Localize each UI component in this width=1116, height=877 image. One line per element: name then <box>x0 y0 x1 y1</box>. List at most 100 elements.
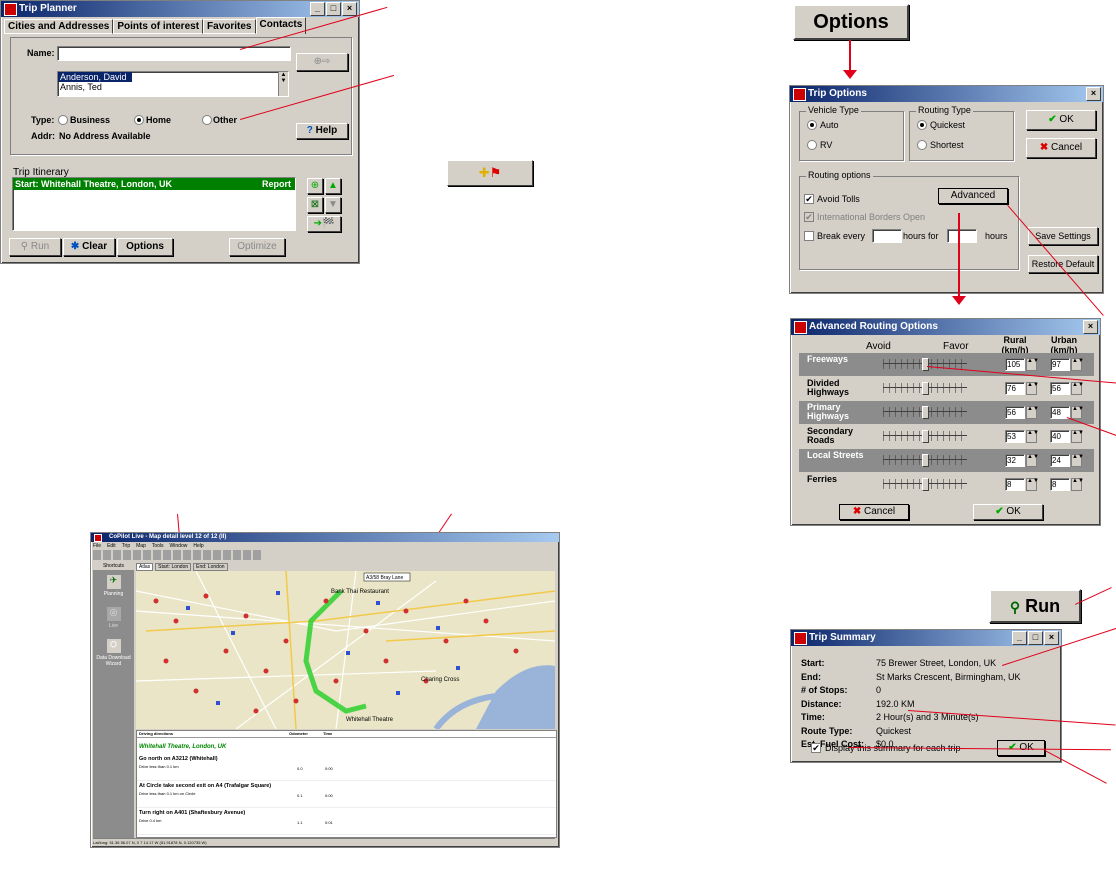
run-button-disabled[interactable]: ⚲ Run <box>9 238 61 256</box>
radio-other[interactable] <box>202 115 212 125</box>
priority-slider[interactable] <box>883 478 967 491</box>
tab-favorites[interactable]: Favorites <box>203 19 256 34</box>
close-icon[interactable]: × <box>1083 320 1098 334</box>
help-button[interactable]: ? Help <box>296 123 348 139</box>
radio-rv[interactable] <box>807 140 817 150</box>
break-duration-input[interactable] <box>947 229 977 243</box>
add-contact-button[interactable]: ⊕⇨ <box>296 53 348 71</box>
menu-item[interactable]: Trip <box>122 543 130 549</box>
live-shortcut[interactable]: ◎ Live <box>93 607 134 629</box>
speed-spinner[interactable]: ▲▼ <box>1026 454 1039 467</box>
menu-item[interactable]: Help <box>193 543 203 549</box>
rural-speed-input[interactable]: 105 <box>1005 358 1025 371</box>
urban-speed-input[interactable]: 8 <box>1050 478 1070 491</box>
trip-planner-titlebar: Trip Planner _ □ × <box>1 1 359 17</box>
intl-borders-checkbox[interactable]: ✔ <box>804 212 814 222</box>
optimize-button[interactable]: Optimize <box>229 238 285 256</box>
slider-thumb[interactable] <box>922 406 929 419</box>
priority-slider[interactable] <box>883 406 967 419</box>
map-tab[interactable]: Start: London <box>155 563 192 571</box>
display-summary-checkbox[interactable]: ✔ <box>811 743 821 753</box>
slider-thumb[interactable] <box>922 478 929 491</box>
radio-shortest[interactable] <box>917 140 927 150</box>
urban-speed-input[interactable]: 24 <box>1050 454 1070 467</box>
close-icon[interactable]: × <box>1044 631 1059 645</box>
adv-ok-button[interactable]: ✔ OK <box>973 504 1043 520</box>
map-tab[interactable]: Atlas <box>136 563 154 571</box>
maximize-icon[interactable]: □ <box>1028 631 1043 645</box>
speed-spinner[interactable]: ▲▼ <box>1026 358 1039 371</box>
rural-speed-input[interactable]: 53 <box>1005 430 1025 443</box>
contact-item[interactable]: Annis, Ted <box>58 82 288 92</box>
direction-odometer: 1.1 <box>297 820 303 825</box>
zoom-to-stop-button[interactable]: ⊕ <box>307 178 323 194</box>
urban-speed-input[interactable]: 97 <box>1050 358 1070 371</box>
speed-spinner[interactable]: ▲▼ <box>1026 382 1039 395</box>
priority-slider[interactable] <box>883 430 967 443</box>
menu-item[interactable]: Window <box>170 543 188 549</box>
menu-item[interactable]: Tools <box>152 543 164 549</box>
slider-thumb[interactable] <box>922 430 929 443</box>
advanced-button[interactable]: Advanced <box>938 188 1008 204</box>
priority-slider[interactable] <box>883 382 967 395</box>
radio-auto[interactable] <box>807 120 817 130</box>
close-icon[interactable]: × <box>1086 87 1101 101</box>
cancel-button[interactable]: ✖ Cancel <box>1026 138 1096 158</box>
close-icon[interactable]: × <box>342 2 357 16</box>
itinerary-list[interactable]: Start: Whitehall Theatre, London, UK Rep… <box>12 177 296 231</box>
rural-speed-input[interactable]: 8 <box>1005 478 1025 491</box>
minimize-icon[interactable]: _ <box>310 2 325 16</box>
speed-spinner[interactable]: ▲▼ <box>1071 454 1084 467</box>
radio-quickest[interactable] <box>917 120 927 130</box>
tab-poi[interactable]: Points of interest <box>113 19 204 34</box>
options-button[interactable]: Options <box>117 238 173 256</box>
urban-speed-input[interactable]: 40 <box>1050 430 1070 443</box>
urban-speed-input[interactable]: 56 <box>1050 382 1070 395</box>
menu-item[interactable]: Edit <box>107 543 116 549</box>
road-type-label: Secondary Roads <box>807 426 854 445</box>
adv-cancel-button[interactable]: ✖ Cancel <box>839 504 909 520</box>
shortcuts-header[interactable]: Shortcuts <box>93 563 134 570</box>
list-scrollbar[interactable]: ▲ ▼ <box>278 72 288 96</box>
speed-spinner[interactable]: ▲▼ <box>1071 358 1084 371</box>
slider-thumb[interactable] <box>922 382 929 395</box>
menu-item[interactable]: File <box>93 543 101 549</box>
tab-cities[interactable]: Cities and Addresses <box>4 19 114 34</box>
data-download-shortcut[interactable]: ⛭ Data Download Wizard <box>93 639 134 667</box>
itinerary-item[interactable]: Start: Whitehall Theatre, London, UK Rep… <box>13 178 295 190</box>
priority-slider[interactable] <box>883 454 967 467</box>
speed-spinner[interactable]: ▲▼ <box>1071 382 1084 395</box>
move-up-button[interactable]: ▲ <box>325 178 341 194</box>
add-stop-button[interactable]: ➔🏁 <box>307 216 341 232</box>
speed-spinner[interactable]: ▲▼ <box>1071 430 1084 443</box>
break-every-checkbox[interactable] <box>804 231 814 241</box>
move-down-button[interactable]: ▼ <box>325 197 341 213</box>
break-every-input[interactable] <box>872 229 902 243</box>
contacts-list[interactable]: Anderson, David Annis, Ted ▲ ▼ <box>57 71 289 97</box>
name-input[interactable] <box>57 46 291 61</box>
maximize-icon[interactable]: □ <box>326 2 341 16</box>
clear-button[interactable]: ✱ Clear <box>63 238 115 256</box>
map-tab[interactable]: End: London <box>193 563 228 571</box>
speed-spinner[interactable]: ▲▼ <box>1026 430 1039 443</box>
trip-options-titlebar: Trip Options × <box>790 86 1103 102</box>
slider-thumb[interactable] <box>922 358 929 371</box>
rural-speed-input[interactable]: 76 <box>1005 382 1025 395</box>
speed-spinner[interactable]: ▲▼ <box>1026 478 1039 491</box>
slider-thumb[interactable] <box>922 454 929 467</box>
ok-button[interactable]: ✔ OK <box>1026 110 1096 130</box>
contact-item[interactable]: Anderson, David <box>58 72 132 82</box>
radio-business[interactable] <box>58 115 68 125</box>
menu-item[interactable]: Map <box>136 543 146 549</box>
rural-speed-input[interactable]: 56 <box>1005 406 1025 419</box>
delete-stop-button[interactable]: ⊠ <box>307 197 323 213</box>
speed-spinner[interactable]: ▲▼ <box>1026 406 1039 419</box>
radio-home[interactable] <box>134 115 144 125</box>
map-view[interactable]: Bank Thai Restaurant A3/58 Bray Lane Cha… <box>136 571 555 729</box>
minimize-icon[interactable]: _ <box>1012 631 1027 645</box>
planning-shortcut[interactable]: ✈ Planning <box>93 575 134 597</box>
avoid-tolls-checkbox[interactable]: ✔ <box>804 194 814 204</box>
speed-spinner[interactable]: ▲▼ <box>1071 406 1084 419</box>
speed-spinner[interactable]: ▲▼ <box>1071 478 1084 491</box>
rural-speed-input[interactable]: 32 <box>1005 454 1025 467</box>
